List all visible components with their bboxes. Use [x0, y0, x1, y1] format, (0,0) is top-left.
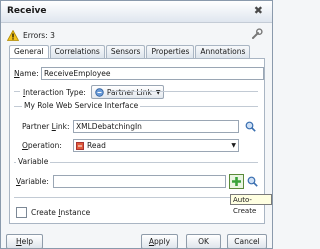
- tab-annotations[interactable]: Annotations: [195, 45, 251, 58]
- cancel-button[interactable]: Cancel: [227, 234, 267, 249]
- auto-create-tooltip: Auto-Create: [230, 194, 272, 215]
- separator: [110, 91, 258, 92]
- tab-properties[interactable]: Properties: [146, 45, 195, 58]
- create-instance-checkbox[interactable]: [16, 207, 27, 218]
- chevron-down-icon: ▼: [155, 88, 161, 96]
- partner-link-value: XMLDebatchingIn: [76, 122, 142, 131]
- operation-row: Operation: Read ▼: [22, 139, 239, 152]
- interaction-type-row: Interaction Type: Partner Link ▼: [23, 85, 165, 99]
- name-row: Name: ReceiveEmployee: [14, 67, 264, 80]
- add-icon[interactable]: [229, 174, 244, 189]
- ok-button[interactable]: OK: [186, 234, 221, 249]
- general-panel: Name: ReceiveEmployee Interaction Type: …: [9, 58, 265, 224]
- separator: [14, 162, 258, 163]
- partner-link-input[interactable]: XMLDebatchingIn: [73, 120, 239, 133]
- tab-general[interactable]: General: [9, 45, 49, 59]
- operation-select[interactable]: Read ▼: [73, 139, 239, 152]
- interaction-type-label: Interaction Type:: [23, 87, 86, 97]
- variable-section-title: Variable: [16, 157, 51, 166]
- receive-dialog: Receive ✖ Errors: 3 General Correlations…: [0, 0, 273, 249]
- web-service-group-title: My Role Web Service Interface: [22, 101, 141, 110]
- name-value: ReceiveEmployee: [44, 69, 111, 78]
- create-instance-row: Create Instance: [16, 207, 90, 218]
- separator: [14, 197, 258, 198]
- name-input[interactable]: ReceiveEmployee: [41, 67, 264, 80]
- interaction-type-dropdown[interactable]: Partner Link ▼: [90, 85, 165, 99]
- create-instance-label: Create Instance: [31, 208, 91, 217]
- name-label: Name:: [14, 69, 39, 78]
- partner-link-icon: [95, 87, 104, 97]
- partner-link-label: Partner Link:: [22, 122, 70, 131]
- separator: [14, 91, 20, 92]
- tab-correlations[interactable]: Correlations: [49, 45, 105, 58]
- search-icon[interactable]: [247, 176, 258, 187]
- operation-value: Read: [87, 141, 106, 150]
- dialog-title: Receive: [7, 6, 47, 16]
- warning-icon: [7, 29, 19, 41]
- variable-label: Variable:: [16, 177, 49, 186]
- title-bar: Receive ✖: [1, 1, 272, 23]
- error-count-text: Errors: 3: [23, 30, 55, 40]
- help-button[interactable]: Help: [6, 234, 43, 249]
- variable-row: Variable:: [16, 174, 258, 189]
- close-icon[interactable]: ✖: [254, 5, 263, 17]
- tab-sensors[interactable]: Sensors: [105, 45, 146, 58]
- wrench-icon[interactable]: [251, 28, 263, 40]
- interaction-type-value: Partner Link: [106, 87, 152, 97]
- operation-label: Operation:: [22, 141, 62, 150]
- tab-bar: General Correlations Sensors Properties …: [9, 45, 251, 59]
- apply-button[interactable]: Apply: [141, 234, 178, 249]
- chevron-down-icon: ▼: [231, 142, 236, 149]
- partner-link-row: Partner Link: XMLDebatchingIn: [22, 120, 256, 133]
- variable-input[interactable]: [53, 175, 226, 188]
- search-icon[interactable]: [245, 121, 256, 132]
- error-status: Errors: 3: [7, 29, 55, 41]
- operation-icon: [76, 141, 84, 150]
